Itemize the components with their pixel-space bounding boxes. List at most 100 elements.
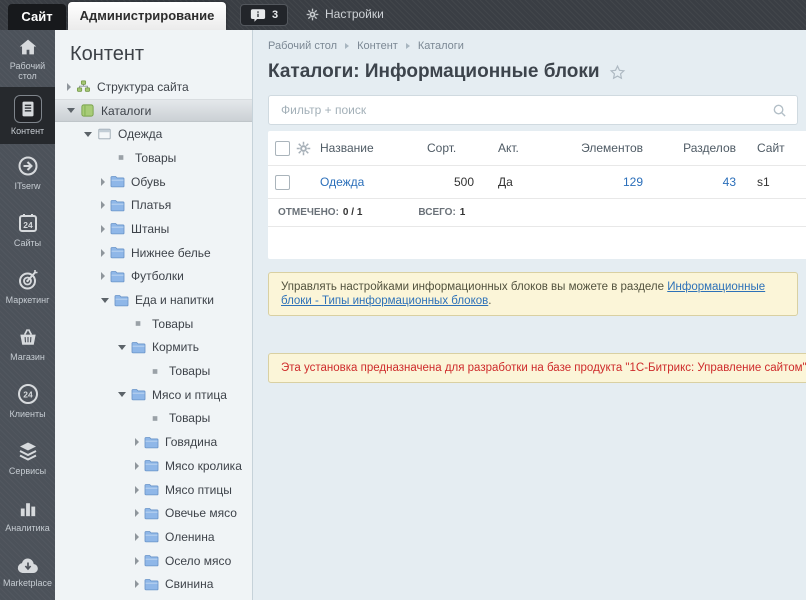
sidebar-item-shop[interactable]: Магазин [0, 315, 55, 372]
breadcrumb-link[interactable]: Рабочий стол [268, 40, 337, 52]
sidebar-item-analytics[interactable]: Аналитика [0, 486, 55, 543]
sidebar-item-label: Аналитика [5, 522, 50, 533]
cell-sect-link[interactable]: 43 [723, 175, 736, 189]
folder-icon [110, 270, 125, 283]
tree-item[interactable]: Оленина [55, 525, 252, 549]
chevron-down-icon[interactable] [101, 297, 109, 303]
sidebar-item-content[interactable]: Контент [0, 87, 55, 144]
tree-item[interactable]: Осело мясо [55, 549, 252, 573]
chevron-right-icon[interactable] [101, 224, 105, 233]
tab-site[interactable]: Сайт [8, 4, 66, 30]
tree-item[interactable]: Товары [55, 312, 252, 336]
tree-item[interactable]: Штаны [55, 217, 252, 241]
tree-item-label: Платья [131, 198, 172, 213]
search-icon[interactable] [772, 103, 787, 118]
chevron-right-icon[interactable] [135, 461, 139, 470]
tree-item-label: Структура сайта [97, 79, 189, 94]
tree-item[interactable]: Платья [55, 193, 252, 217]
total-count-label: ВСЕГО: [418, 207, 456, 218]
sidebar-item-marketplace[interactable]: Marketplace [0, 543, 55, 600]
notifications-button[interactable]: 3 [240, 4, 289, 26]
tree-item[interactable]: Товары [55, 146, 252, 170]
select-all-checkbox[interactable] [274, 140, 290, 156]
chevron-down-icon[interactable] [118, 392, 126, 398]
sidebar-item-label: Клиенты [9, 409, 46, 419]
column-header-elem: Элементов [581, 141, 643, 155]
chevron-down-icon[interactable] [84, 131, 92, 137]
grid-settings-gear-icon[interactable] [296, 141, 320, 156]
tab-admin[interactable]: Администрирование [68, 2, 226, 30]
tree-item[interactable]: Обувь [55, 170, 252, 194]
tree-item[interactable]: Структура сайта [55, 75, 252, 99]
folder-icon [144, 507, 159, 520]
tree-item[interactable]: Мясо и птица [55, 383, 252, 407]
breadcrumb-link[interactable]: Каталоги [418, 40, 464, 52]
chevron-right-icon[interactable] [101, 272, 105, 281]
tree-item[interactable]: Нижнее белье [55, 241, 252, 265]
chevron-right-icon[interactable] [101, 177, 105, 186]
breadcrumb-link[interactable]: Контент [357, 40, 398, 52]
tree-item-label: Каталоги [101, 103, 152, 118]
tree-item[interactable]: Каталоги [55, 98, 252, 123]
selected-count-label: ОТМЕЧЕНО: [278, 207, 339, 218]
tree-item[interactable]: Товары [55, 407, 252, 431]
tree-item-label: Одежда [118, 127, 163, 142]
tree-item[interactable]: Еда и напитки [55, 288, 252, 312]
sidebar-item-marketing[interactable]: Маркетинг [0, 258, 55, 315]
chevron-right-icon[interactable] [67, 82, 71, 91]
folder-icon [131, 341, 146, 354]
chevron-right-icon[interactable] [101, 248, 105, 257]
sidebar-item-sites[interactable]: 24 Сайты [0, 201, 55, 258]
tree-item-label: Штаны [131, 221, 170, 236]
chevron-right-icon[interactable] [135, 556, 139, 565]
chevron-right-icon[interactable] [135, 580, 139, 589]
chevron-down-icon[interactable] [67, 108, 75, 114]
notification-bubble-icon [250, 8, 266, 23]
filter-search-input[interactable] [269, 103, 772, 117]
arrow-circle-icon [16, 154, 40, 178]
folder-icon [110, 175, 125, 188]
settings-button[interactable]: Настройки [306, 7, 384, 21]
cell-name-link[interactable]: Одежда [320, 175, 364, 189]
tree-item-label: Свинина [165, 577, 214, 592]
tree-item-label: Товары [169, 364, 211, 379]
row-checkbox[interactable] [274, 174, 290, 190]
tree-item[interactable]: Говядина [55, 430, 252, 454]
sidebar-item-desktop[interactable]: Рабочий стол [0, 30, 55, 87]
sidebar-item-itserw[interactable]: ITserw [0, 144, 55, 201]
tree-item[interactable]: Одежда [55, 122, 252, 146]
cell-elem-link[interactable]: 129 [623, 175, 643, 189]
chevron-right-icon[interactable] [135, 485, 139, 494]
chevron-right-icon[interactable] [135, 532, 139, 541]
chevron-right-icon[interactable] [101, 201, 105, 210]
tree-item[interactable]: Футболки [55, 265, 252, 289]
tree-item[interactable]: Овечье мясо [55, 501, 252, 525]
tree-item[interactable]: Мясо птицы [55, 478, 252, 502]
chevron-down-icon[interactable] [118, 344, 126, 350]
breadcrumb-separator-icon [405, 43, 410, 49]
table-footer: ОТМЕЧЕНО: 0 / 1 ВСЕГО: 1 [268, 199, 806, 227]
chevron-right-icon[interactable] [135, 509, 139, 518]
table-header-row: Название Сорт. Акт. Элементов Разделов Сайт [268, 131, 806, 166]
page-title: Каталоги: Информационные блоки [268, 61, 806, 83]
tree-item[interactable]: Кормить [55, 336, 252, 360]
info-notice-text: Управлять настройками информационных бло… [281, 281, 668, 293]
selected-count-value: 0 / 1 [342, 207, 363, 218]
tree-item-label: Товары [135, 150, 177, 165]
tree-item-label: Нижнее белье [131, 245, 211, 260]
cell-act: Да [498, 175, 513, 189]
sidebar-item-services[interactable]: Сервисы [0, 429, 55, 486]
chevron-right-icon[interactable] [135, 438, 139, 447]
target-icon [16, 268, 40, 292]
tree-item[interactable]: Свинина [55, 572, 252, 596]
folder-icon [110, 199, 125, 212]
column-header-act: Акт. [498, 141, 519, 155]
tree-item[interactable]: Товары [55, 359, 252, 383]
tree-item-label: Мясо птицы [165, 482, 232, 497]
favorite-star-icon[interactable] [609, 64, 626, 81]
sitemap-icon [76, 80, 91, 94]
sidebar-item-label: Сервисы [8, 466, 47, 476]
sidebar-item-clients[interactable]: 24 Клиенты [0, 372, 55, 429]
sidebar-item-label: Сайты [13, 238, 42, 248]
tree-item[interactable]: Мясо кролика [55, 454, 252, 478]
